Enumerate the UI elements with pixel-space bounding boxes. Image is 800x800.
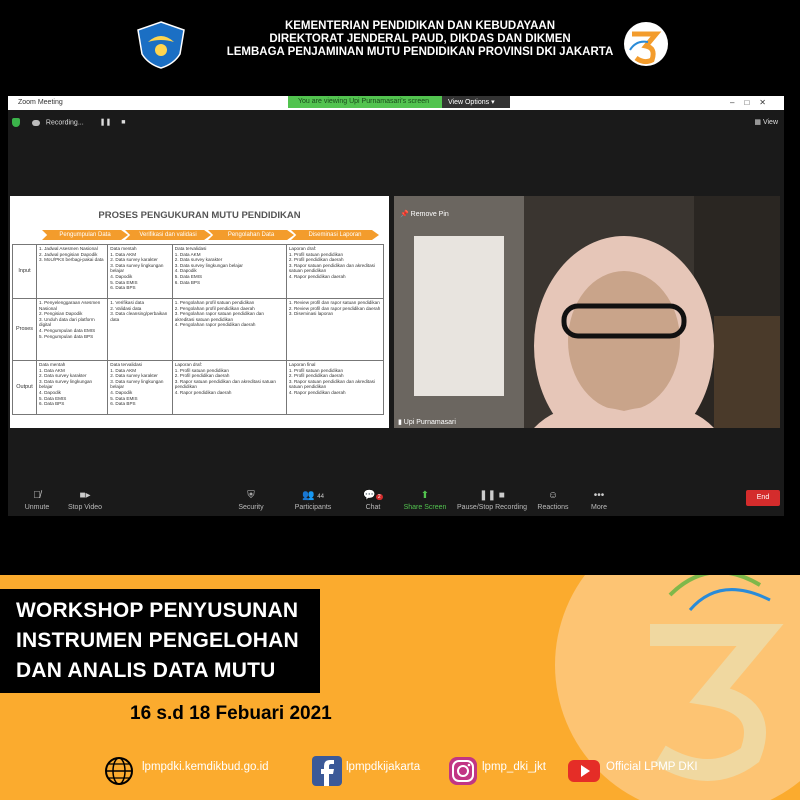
view-button[interactable]: ▦ View [754,118,778,126]
process-table-row: Output Data mentah 1. Data AKM 2. Data su… [12,360,385,415]
more-button[interactable]: ••• More [572,490,626,511]
chat-label: Chat [365,504,381,511]
chat-badge: 2 [375,494,383,500]
window-title: Zoom Meeting [18,99,63,106]
participant-video-frame [394,196,780,428]
muted-mic-icon: 🎙̸ [33,490,41,501]
shield-icon: ⛨ [247,490,255,501]
row-label: Output [12,360,37,415]
participant-video: 📌 Remove Pin ▮ Upi Purnamasari [394,196,780,428]
header: KEMENTERIAN PENDIDIKAN DAN KEBUDAYAAN DI… [0,0,800,92]
share-arrow-icon: ⬆ [420,490,430,501]
stop-video-label: Stop Video [67,504,103,511]
share-screen-label: Share Screen [403,504,447,511]
view-options-label: View Options [448,99,490,106]
unmute-button[interactable]: 🎙̸ Unmute [10,490,64,511]
pause-stop-icon: ❚❚ ■ [479,490,505,501]
view-options-button[interactable]: View Options ▾ [442,96,510,108]
process-table-row: Input 1. Jadwal Asesmen Nasional 2. Jadwa… [12,244,385,299]
zoom-toolbar: 🎙̸ Unmute ■▸ Stop Video ⛨ Security 👥 44 Part… [8,480,784,516]
zoom-window: Zoom Meeting –□✕ You are viewing Upi Pur… [8,96,784,516]
view-label: View [762,119,778,126]
end-meeting-button[interactable]: End [746,490,780,506]
instagram-link[interactable]: lpmp_dki_jkt [482,761,546,773]
stage-chevron: Pengolahan Data [208,230,294,240]
participants-label: Participants [294,504,332,511]
facebook-icon [312,756,342,786]
more-label: More [591,504,607,511]
workshop-title-box: WORKSHOP PENYUSUNAN INSTRUMEN PENGELOHAN… [0,589,320,693]
participants-icon: 👥 44 [302,490,324,501]
recording-button[interactable]: ❚❚ ■ Pause/Stop Recording [452,490,532,511]
security-label: Security [238,504,264,511]
table-cell: Laporan draf: 1. Profil satuan pendidika… [285,244,385,299]
row-label: Input [12,244,37,299]
lpmp-logo [624,22,668,66]
table-cell: Laporan final 1. Profil satuan pendidika… [285,360,385,415]
workshop-date: 16 s.d 18 Febuari 2021 [130,703,332,724]
table-cell: Data mentah 1. Data AKM 2. Data survey k… [35,360,109,415]
table-cell: Data mentah 1. Data AKM 2. Data survey k… [107,244,173,299]
pause-recording-icon[interactable]: ❚❚ [100,119,112,126]
header-line-2: DIREKTORAT JENDERAL PAUD, DIKDAS DAN DIK… [269,33,571,45]
security-button[interactable]: ⛨ Security [224,490,278,511]
workshop-banner: WORKSHOP PENYUSUNAN INSTRUMEN PENGELOHAN… [0,575,800,800]
chat-bubble-icon: 💬 2 [363,490,383,501]
workshop-title-line-3: DAN ANALIS DATA MUTU [16,659,276,682]
stage-chevron: Diseminasi Laporan [291,230,379,240]
viewing-banner: You are viewing Upi Purnamasari's screen… [288,96,510,108]
table-cell: 1. Pengolahan profil satuan pendidikan 2… [171,298,287,361]
website-link[interactable]: lpmpdki.kemdikbud.go.id [142,761,269,773]
shared-screen-slide: PROSES PENGUKURAN MUTU PENDIDIKAN Pengum… [10,196,389,428]
video-camera-icon: ■▸ [79,490,91,501]
recording-label: Recording... [45,119,84,127]
recording-indicator: Recording... ❚❚ ■ [12,118,126,127]
table-cell: Data tervalidasi 1. Data AKM 2. Data sur… [171,244,287,299]
stage-chevron: Pengumpulan Data [42,230,128,240]
table-cell: Data tervalidasi 1. Data AKM 2. Data sur… [107,360,173,415]
reactions-label: Reactions [537,504,569,511]
process-table: Input 1. Jadwal Asesmen Nasional 2. Jadwa… [12,244,385,415]
globe-icon [105,757,133,785]
facebook-link[interactable]: lpmpdkijakarta [346,761,420,773]
youtube-link[interactable]: Official LPMP DKI [606,761,698,773]
security-shield-icon [12,118,20,127]
recording-icon [31,119,40,126]
header-line-1: KEMENTERIAN PENDIDIKAN DAN KEBUDAYAAN [284,20,556,32]
share-screen-button[interactable]: ⬆ Share Screen [398,490,452,511]
process-table-row: Proses 1. Penyelenggaraan Asesmen Nasiona… [12,298,385,361]
slide-title: PROSES PENGUKURAN MUTU PENDIDIKAN [98,210,301,221]
participants-count: 44 [317,494,324,500]
youtube-icon [568,760,600,782]
window-controls[interactable]: –□✕ [730,98,776,107]
table-cell: 1. Review profil dan rapor satuan pendid… [285,298,385,361]
workshop-title-line-2: INSTRUMEN PENGELOHAN [16,629,299,652]
table-cell: 1. Jadwal Asesmen Nasional 2. Jadwal pen… [35,244,109,299]
participants-button[interactable]: 👥 44 Participants [286,490,340,511]
stop-recording-icon[interactable]: ■ [121,119,125,126]
more-dots-icon: ••• [593,490,605,501]
instagram-icon [449,757,477,785]
row-label: Proses [12,298,37,361]
workshop-title-line-1: WORKSHOP PENYUSUNAN [16,599,299,622]
participant-name-tag: ▮ Upi Purnamasari [398,419,456,426]
participant-name: Upi Purnamasari [403,419,456,426]
unmute-label: Unmute [24,504,50,511]
tut-wuri-handayani-logo [137,21,185,69]
remove-pin-label: Remove Pin [410,211,449,218]
header-line-3: LEMBAGA PENJAMINAN MUTU PENDIDIKAN PROVI… [226,46,614,58]
chat-button[interactable]: 💬 2 Chat [346,490,400,511]
stop-video-button[interactable]: ■▸ Stop Video [58,490,112,511]
viewing-banner-text: You are viewing Upi Purnamasari's screen [298,98,430,105]
stage-chevron: Verifikasi dan validasi [125,230,211,240]
table-cell: Laporan draf: 1. Profil satuan pendidika… [171,360,287,415]
table-cell: 1. Verifikasi data 2. Validasi data 3. D… [107,298,173,361]
recording-toolbar-label: Pause/Stop Recording [456,504,528,511]
table-cell: 1. Penyelenggaraan Asesmen Nasional 2. P… [35,298,109,361]
remove-pin-button[interactable]: 📌 Remove Pin [400,210,449,218]
